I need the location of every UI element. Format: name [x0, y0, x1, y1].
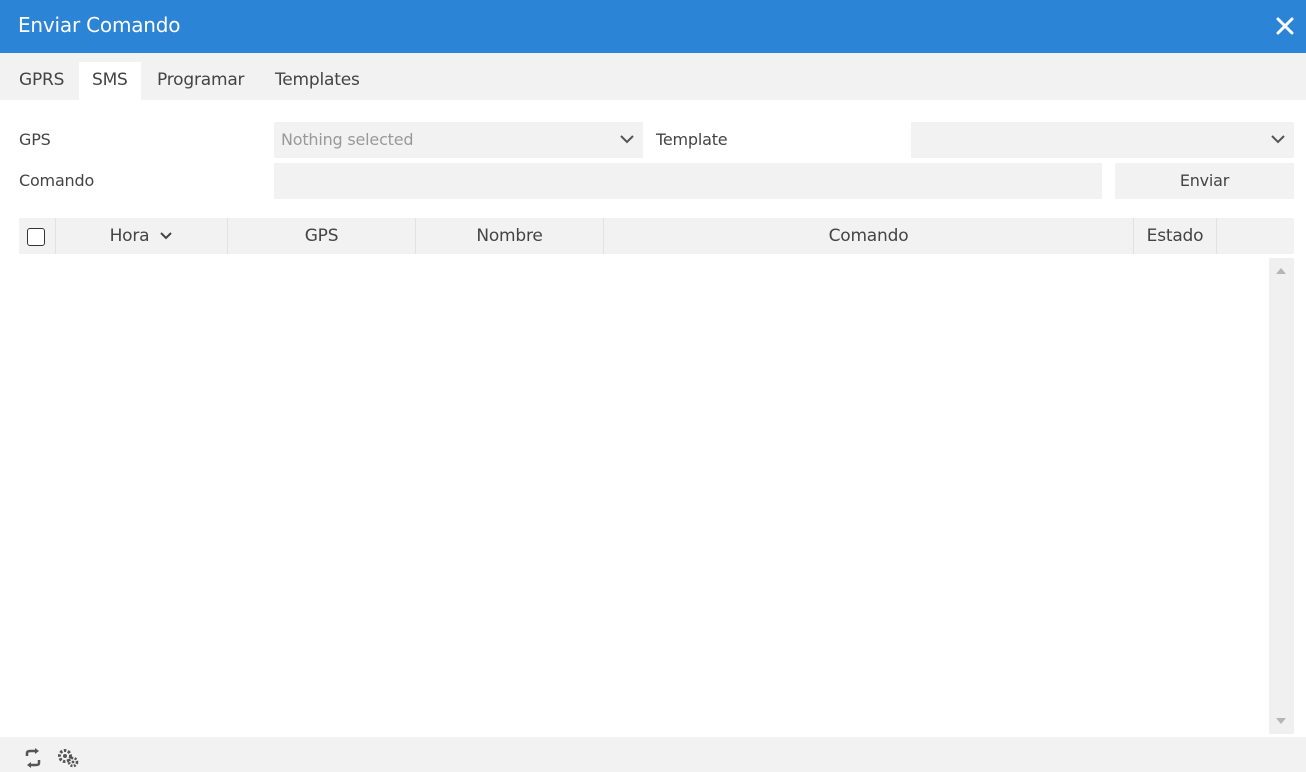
gps-label: GPS: [19, 130, 51, 149]
settings-icon[interactable]: [57, 747, 79, 769]
comando-input[interactable]: [274, 163, 1102, 199]
title-bar: Enviar Comando: [0, 0, 1306, 53]
column-header-comando[interactable]: Comando: [604, 218, 1134, 254]
refresh-icon[interactable]: [22, 747, 44, 769]
tab-templates[interactable]: Templates: [262, 62, 373, 100]
table-body: [19, 258, 1268, 734]
sort-descending-icon: [160, 232, 173, 240]
column-header-nombre[interactable]: Nombre: [416, 218, 604, 254]
column-header-gps[interactable]: GPS: [228, 218, 416, 254]
select-all-checkbox[interactable]: [27, 228, 45, 246]
table-header: Hora GPS Nombre Comando Estado: [19, 218, 1294, 254]
scroll-down-arrow-icon[interactable]: [1276, 718, 1286, 724]
tab-sms[interactable]: SMS: [79, 62, 141, 100]
window-title: Enviar Comando: [18, 13, 181, 37]
tab-bar: GPRS SMS Programar Templates: [0, 53, 1306, 100]
send-button[interactable]: Enviar: [1115, 163, 1294, 199]
scroll-up-arrow-icon[interactable]: [1276, 268, 1286, 274]
close-icon[interactable]: [1274, 15, 1296, 37]
gps-select[interactable]: Nothing selected: [274, 122, 643, 158]
gps-select-value: Nothing selected: [281, 130, 414, 149]
tab-gprs[interactable]: GPRS: [6, 62, 77, 100]
vertical-scrollbar[interactable]: [1269, 258, 1294, 734]
select-all-cell: [19, 218, 56, 254]
footer-toolbar: [0, 737, 1306, 772]
comando-label: Comando: [19, 171, 95, 190]
tab-programar[interactable]: Programar: [144, 62, 257, 100]
template-select[interactable]: [911, 122, 1294, 158]
column-label-hora: Hora: [109, 226, 150, 246]
column-header-actions: [1217, 218, 1294, 254]
chevron-down-icon: [620, 135, 634, 144]
template-label: Template: [656, 130, 728, 149]
column-header-estado[interactable]: Estado: [1134, 218, 1217, 254]
chevron-down-icon: [1271, 135, 1285, 144]
column-header-hora[interactable]: Hora: [56, 218, 228, 254]
